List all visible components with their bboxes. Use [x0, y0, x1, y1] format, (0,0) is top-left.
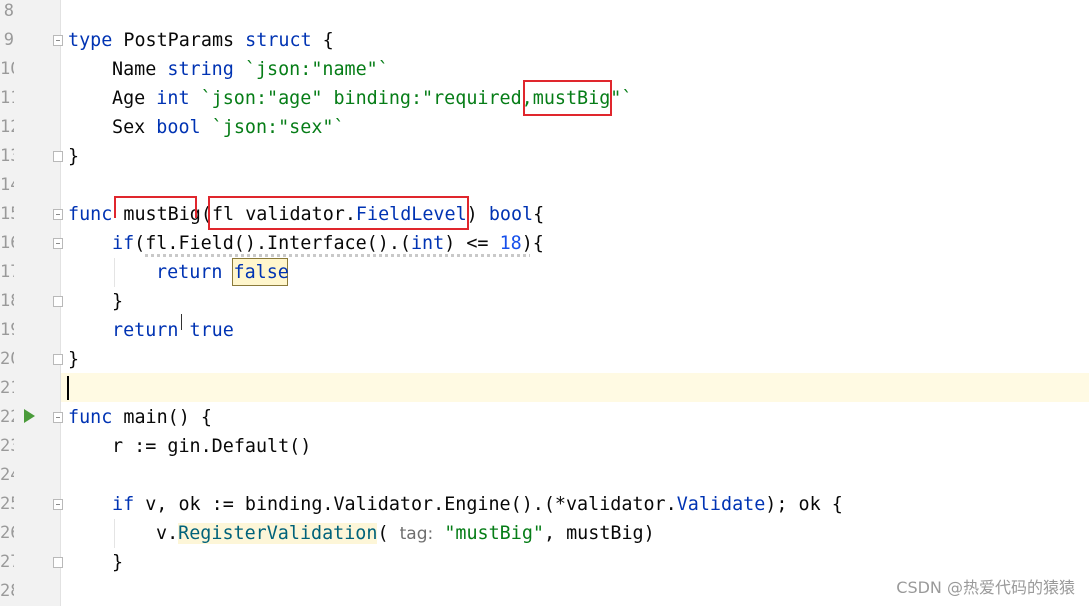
code-line-23[interactable]: r := gin.Default() [112, 432, 311, 461]
code-line-20[interactable]: } [68, 345, 79, 374]
watermark: CSDN @热爱代码的猿猿 [896, 578, 1075, 597]
code-line-9[interactable]: type PostParams struct { [68, 26, 334, 55]
line-number: 27 [0, 552, 14, 572]
line-number: 24 [0, 465, 14, 485]
fold-end-icon[interactable] [53, 354, 63, 365]
code-line-13[interactable]: } [68, 142, 79, 171]
line-number: 16 [0, 233, 14, 253]
code-line-17[interactable]: return false [156, 258, 289, 287]
annotation-box-mustbig-func [114, 196, 197, 218]
text-caret [67, 376, 69, 400]
line-number: 11 [0, 88, 14, 108]
code-line-26[interactable]: v.RegisterValidation( tag: "mustBig", mu… [156, 519, 655, 549]
fold-toggle-icon[interactable] [53, 412, 63, 423]
indent-guide [114, 519, 115, 548]
code-line-22[interactable]: func main() { [68, 403, 212, 432]
code-line-12[interactable]: Sex bool `json:"sex"` [112, 113, 345, 142]
line-number: 10 [0, 59, 14, 79]
fold-end-icon[interactable] [53, 151, 63, 162]
line-number: 20 [0, 349, 14, 369]
line-number: 25 [0, 494, 14, 514]
fold-toggle-icon[interactable] [53, 238, 63, 249]
line-number: 21 [0, 378, 14, 398]
line-number: 19 [0, 320, 14, 340]
line-number: 17 [0, 262, 14, 282]
line-number: 14 [0, 175, 14, 195]
line-number: 15 [0, 204, 14, 224]
annotation-box-mustbig-tag [523, 80, 612, 116]
line-number: 22 [0, 407, 14, 427]
line-number: 9 [3, 30, 14, 50]
fold-toggle-icon[interactable] [53, 35, 63, 46]
code-editor[interactable]: 8 9 10 11 12 13 14 15 16 17 18 19 20 21 … [0, 0, 1089, 606]
code-line-25[interactable]: if v, ok := binding.Validator.Engine().(… [112, 490, 843, 519]
fold-toggle-icon[interactable] [53, 499, 63, 510]
indent-guide [114, 258, 115, 287]
code-line-18[interactable]: } [112, 287, 123, 316]
code-line-19[interactable]: return true [112, 316, 234, 345]
fold-end-icon[interactable] [53, 557, 63, 568]
parameter-hint: tag: [399, 524, 434, 544]
code-line-10[interactable]: Name string `json:"name"` [112, 55, 389, 84]
line-number: 8 [3, 1, 14, 21]
line-number: 12 [0, 117, 14, 137]
fold-toggle-icon[interactable] [53, 209, 63, 220]
line-number: 13 [0, 146, 14, 166]
line-number: 26 [0, 523, 14, 543]
fold-end-icon[interactable] [53, 296, 63, 307]
code-line-27[interactable]: } [112, 548, 123, 577]
line-number: 23 [0, 436, 14, 456]
line-number: 28 [0, 581, 14, 601]
annotation-box-fieldlevel-param [208, 196, 469, 230]
code-line-16[interactable]: if(fl.Field().Interface().(int) <= 18){ [112, 229, 544, 258]
run-main-icon[interactable] [24, 409, 35, 423]
current-line-highlight [61, 373, 1089, 402]
mouse-text-cursor-icon [181, 314, 188, 330]
line-number: 18 [0, 291, 14, 311]
